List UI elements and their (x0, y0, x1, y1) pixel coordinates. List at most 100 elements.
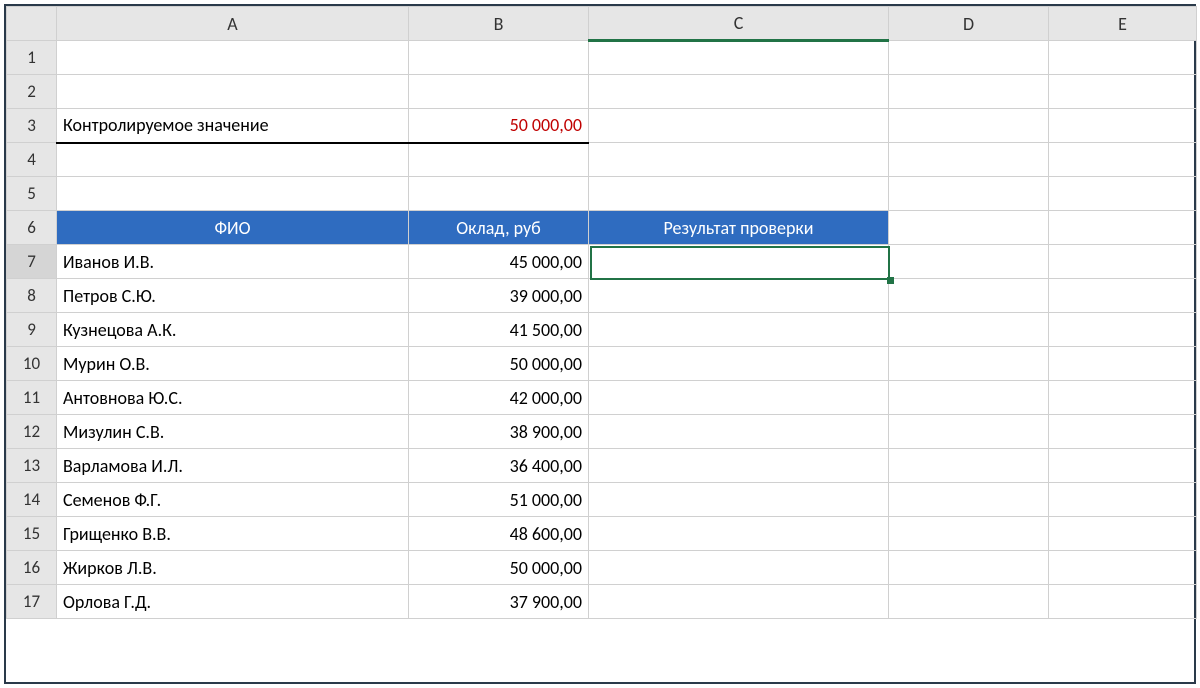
row-header-9[interactable]: 9 (7, 313, 57, 347)
cell-C8[interactable] (589, 279, 889, 313)
cell-D15[interactable] (889, 517, 1049, 551)
col-header-B[interactable]: B (409, 7, 589, 41)
row-header-11[interactable]: 11 (7, 381, 57, 415)
cell-D1[interactable] (889, 41, 1049, 75)
row-header-4[interactable]: 4 (7, 143, 57, 177)
cell-D14[interactable] (889, 483, 1049, 517)
cell-D12[interactable] (889, 415, 1049, 449)
spreadsheet-grid[interactable]: A B C D E 1 2 3 Контролируемое значе (6, 6, 1197, 619)
cell-A3[interactable]: Контролируемое значение (57, 109, 409, 143)
row-header-10[interactable]: 10 (7, 347, 57, 381)
cell-C1[interactable] (589, 41, 889, 75)
cell-E17[interactable] (1049, 585, 1197, 619)
cell-A16[interactable]: Жирков Л.В. (57, 551, 409, 585)
cell-C14[interactable] (589, 483, 889, 517)
cell-C10[interactable] (589, 347, 889, 381)
cell-A17[interactable]: Орлова Г.Д. (57, 585, 409, 619)
cell-E6[interactable] (1049, 211, 1197, 245)
cell-A10[interactable]: Мурин О.В. (57, 347, 409, 381)
cell-C2[interactable] (589, 75, 889, 109)
cell-A8[interactable]: Петров С.Ю. (57, 279, 409, 313)
row-header-14[interactable]: 14 (7, 483, 57, 517)
row-header-13[interactable]: 13 (7, 449, 57, 483)
cell-A9[interactable]: Кузнецова А.К. (57, 313, 409, 347)
cell-E13[interactable] (1049, 449, 1197, 483)
cell-A7[interactable]: Иванов И.В. (57, 245, 409, 279)
cell-A12[interactable]: Мизулин С.В. (57, 415, 409, 449)
cell-C4[interactable] (589, 143, 889, 177)
cell-C13[interactable] (589, 449, 889, 483)
cell-E7[interactable] (1049, 245, 1197, 279)
cell-B15[interactable]: 48 600,00 (409, 517, 589, 551)
cell-C9[interactable] (589, 313, 889, 347)
cell-D7[interactable] (889, 245, 1049, 279)
cell-E11[interactable] (1049, 381, 1197, 415)
cell-A2[interactable] (57, 75, 409, 109)
cell-D2[interactable] (889, 75, 1049, 109)
cell-C11[interactable] (589, 381, 889, 415)
cell-A5[interactable] (57, 177, 409, 211)
col-header-C[interactable]: C (589, 7, 889, 41)
cell-B6[interactable]: Оклад, руб (409, 211, 589, 245)
spreadsheet-viewport[interactable]: A B C D E 1 2 3 Контролируемое значе (4, 4, 1196, 684)
row-header-3[interactable]: 3 (7, 109, 57, 143)
cell-C12[interactable] (589, 415, 889, 449)
row-header-16[interactable]: 16 (7, 551, 57, 585)
select-all-corner[interactable] (7, 7, 57, 41)
cell-B3[interactable]: 50 000,00 (409, 109, 589, 143)
cell-D8[interactable] (889, 279, 1049, 313)
cell-E10[interactable] (1049, 347, 1197, 381)
cell-B4[interactable] (409, 143, 589, 177)
cell-B8[interactable]: 39 000,00 (409, 279, 589, 313)
cell-A15[interactable]: Грищенко В.В. (57, 517, 409, 551)
cell-D6[interactable] (889, 211, 1049, 245)
cell-C6[interactable]: Результат проверки (589, 211, 889, 245)
cell-E8[interactable] (1049, 279, 1197, 313)
fill-handle[interactable] (887, 277, 894, 284)
cell-C3[interactable] (589, 109, 889, 143)
cell-A1[interactable] (57, 41, 409, 75)
cell-E16[interactable] (1049, 551, 1197, 585)
row-header-17[interactable]: 17 (7, 585, 57, 619)
cell-C5[interactable] (589, 177, 889, 211)
cell-D17[interactable] (889, 585, 1049, 619)
cell-B16[interactable]: 50 000,00 (409, 551, 589, 585)
cell-D10[interactable] (889, 347, 1049, 381)
cell-D9[interactable] (889, 313, 1049, 347)
row-header-2[interactable]: 2 (7, 75, 57, 109)
cell-A11[interactable]: Антовнова Ю.С. (57, 381, 409, 415)
cell-D16[interactable] (889, 551, 1049, 585)
cell-C16[interactable] (589, 551, 889, 585)
cell-B9[interactable]: 41 500,00 (409, 313, 589, 347)
cell-B11[interactable]: 42 000,00 (409, 381, 589, 415)
cell-E15[interactable] (1049, 517, 1197, 551)
row-header-8[interactable]: 8 (7, 279, 57, 313)
cell-A4[interactable] (57, 143, 409, 177)
col-header-A[interactable]: A (57, 7, 409, 41)
row-header-15[interactable]: 15 (7, 517, 57, 551)
col-header-E[interactable]: E (1049, 7, 1197, 41)
cell-B10[interactable]: 50 000,00 (409, 347, 589, 381)
cell-D13[interactable] (889, 449, 1049, 483)
col-header-D[interactable]: D (889, 7, 1049, 41)
cell-C7[interactable] (589, 245, 889, 279)
cell-A13[interactable]: Варламова И.Л. (57, 449, 409, 483)
row-header-1[interactable]: 1 (7, 41, 57, 75)
cell-B12[interactable]: 38 900,00 (409, 415, 589, 449)
cell-B7[interactable]: 45 000,00 (409, 245, 589, 279)
cell-A14[interactable]: Семенов Ф.Г. (57, 483, 409, 517)
cell-E14[interactable] (1049, 483, 1197, 517)
cell-E3[interactable] (1049, 109, 1197, 143)
row-header-7[interactable]: 7 (7, 245, 57, 279)
cell-B2[interactable] (409, 75, 589, 109)
cell-B13[interactable]: 36 400,00 (409, 449, 589, 483)
cell-E9[interactable] (1049, 313, 1197, 347)
row-header-6[interactable]: 6 (7, 211, 57, 245)
cell-E4[interactable] (1049, 143, 1197, 177)
cell-D3[interactable] (889, 109, 1049, 143)
cell-B14[interactable]: 51 000,00 (409, 483, 589, 517)
cell-B5[interactable] (409, 177, 589, 211)
row-header-12[interactable]: 12 (7, 415, 57, 449)
cell-C15[interactable] (589, 517, 889, 551)
row-header-5[interactable]: 5 (7, 177, 57, 211)
